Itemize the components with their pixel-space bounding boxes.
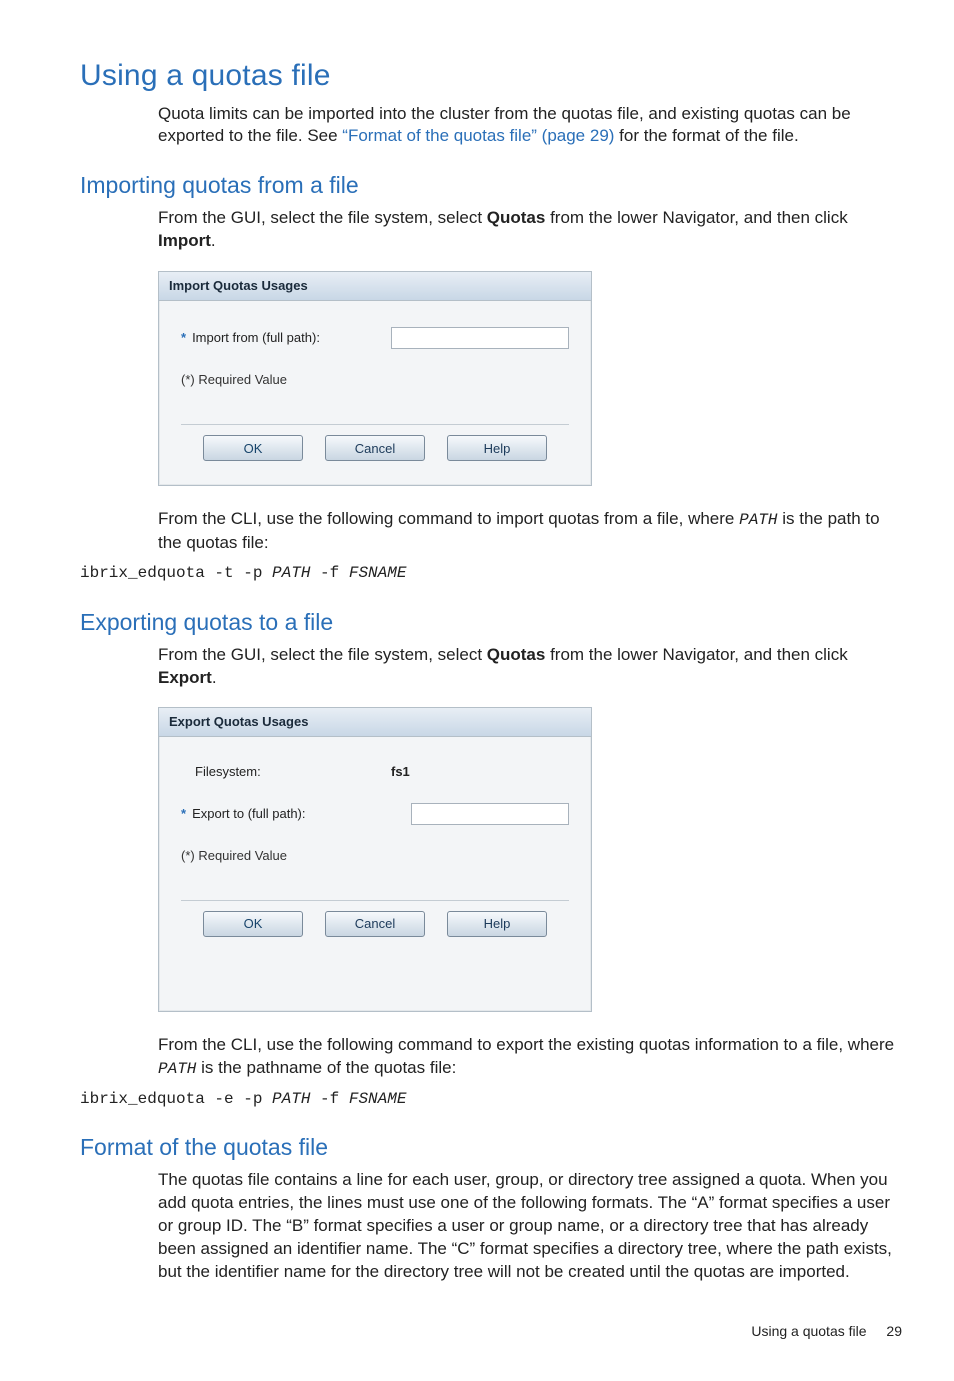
export-cli-paragraph: From the CLI, use the following command … <box>158 1034 902 1081</box>
export-dialog: Export Quotas Usages Filesystem: fs1 * E… <box>158 707 592 1012</box>
code-var: PATH <box>272 1090 310 1108</box>
format-link[interactable]: “Format of the quotas file” (page 29) <box>342 126 614 145</box>
code-var: FSNAME <box>349 1090 407 1108</box>
code: ibrix_edquota -e -p <box>80 1090 272 1108</box>
text: . <box>212 668 217 687</box>
cancel-button[interactable]: Cancel <box>325 911 425 937</box>
code: ibrix_edquota -t -p <box>80 564 272 582</box>
dialog-separator <box>181 900 569 901</box>
text-bold: Import <box>158 231 211 250</box>
cancel-button[interactable]: Cancel <box>325 435 425 461</box>
ok-button[interactable]: OK <box>203 435 303 461</box>
ok-button[interactable]: OK <box>203 911 303 937</box>
required-star-icon: * <box>181 329 186 347</box>
text: . <box>211 231 216 250</box>
import-cli-paragraph: From the CLI, use the following command … <box>158 508 902 555</box>
page-number: 29 <box>886 1323 902 1339</box>
page-footer: Using a quotas file 29 <box>80 1322 902 1341</box>
intro-paragraph: Quota limits can be imported into the cl… <box>158 103 902 149</box>
export-to-input[interactable] <box>411 803 569 825</box>
import-gui-paragraph: From the GUI, select the file system, se… <box>158 207 902 253</box>
dialog-title: Import Quotas Usages <box>159 272 591 301</box>
filesystem-value: fs1 <box>391 763 569 781</box>
format-paragraph: The quotas file contains a line for each… <box>158 1169 902 1284</box>
help-button[interactable]: Help <box>447 911 547 937</box>
dialog-separator <box>181 424 569 425</box>
exporting-heading: Exporting quotas to a file <box>80 607 902 638</box>
dialog-title: Export Quotas Usages <box>159 708 591 737</box>
required-value-note: (*) Required Value <box>181 371 569 389</box>
text-bold: Quotas <box>487 208 546 227</box>
footer-title: Using a quotas file <box>751 1323 866 1339</box>
text: from the lower Navigator, and then click <box>545 208 847 227</box>
page-title: Using a quotas file <box>80 56 902 97</box>
code-var: PATH <box>272 564 310 582</box>
import-from-label: Import from (full path): <box>192 329 320 347</box>
importing-heading: Importing quotas from a file <box>80 170 902 201</box>
text: From the CLI, use the following command … <box>158 509 739 528</box>
code: -f <box>310 1090 348 1108</box>
code-var: FSNAME <box>349 564 407 582</box>
import-from-input[interactable] <box>391 327 569 349</box>
text: is the pathname of the quotas file: <box>196 1058 456 1077</box>
format-heading: Format of the quotas file <box>80 1132 902 1163</box>
text-bold: Export <box>158 668 212 687</box>
code-path: PATH <box>739 511 777 529</box>
text-bold: Quotas <box>487 645 546 664</box>
required-value-note: (*) Required Value <box>181 847 569 865</box>
code: -f <box>310 564 348 582</box>
import-cli-command: ibrix_edquota -t -p PATH -f FSNAME <box>80 563 902 585</box>
text: From the GUI, select the file system, se… <box>158 208 487 227</box>
text: for the format of the file. <box>614 126 798 145</box>
code-path: PATH <box>158 1060 196 1078</box>
text: From the GUI, select the file system, se… <box>158 645 487 664</box>
text: From the CLI, use the following command … <box>158 1035 894 1054</box>
text: from the lower Navigator, and then click <box>545 645 847 664</box>
help-button[interactable]: Help <box>447 435 547 461</box>
export-gui-paragraph: From the GUI, select the file system, se… <box>158 644 902 690</box>
export-to-label: Export to (full path): <box>192 805 305 823</box>
required-star-icon: * <box>181 805 186 823</box>
import-dialog: Import Quotas Usages * Import from (full… <box>158 271 592 486</box>
filesystem-label: Filesystem: <box>195 763 261 781</box>
export-cli-command: ibrix_edquota -e -p PATH -f FSNAME <box>80 1089 902 1111</box>
